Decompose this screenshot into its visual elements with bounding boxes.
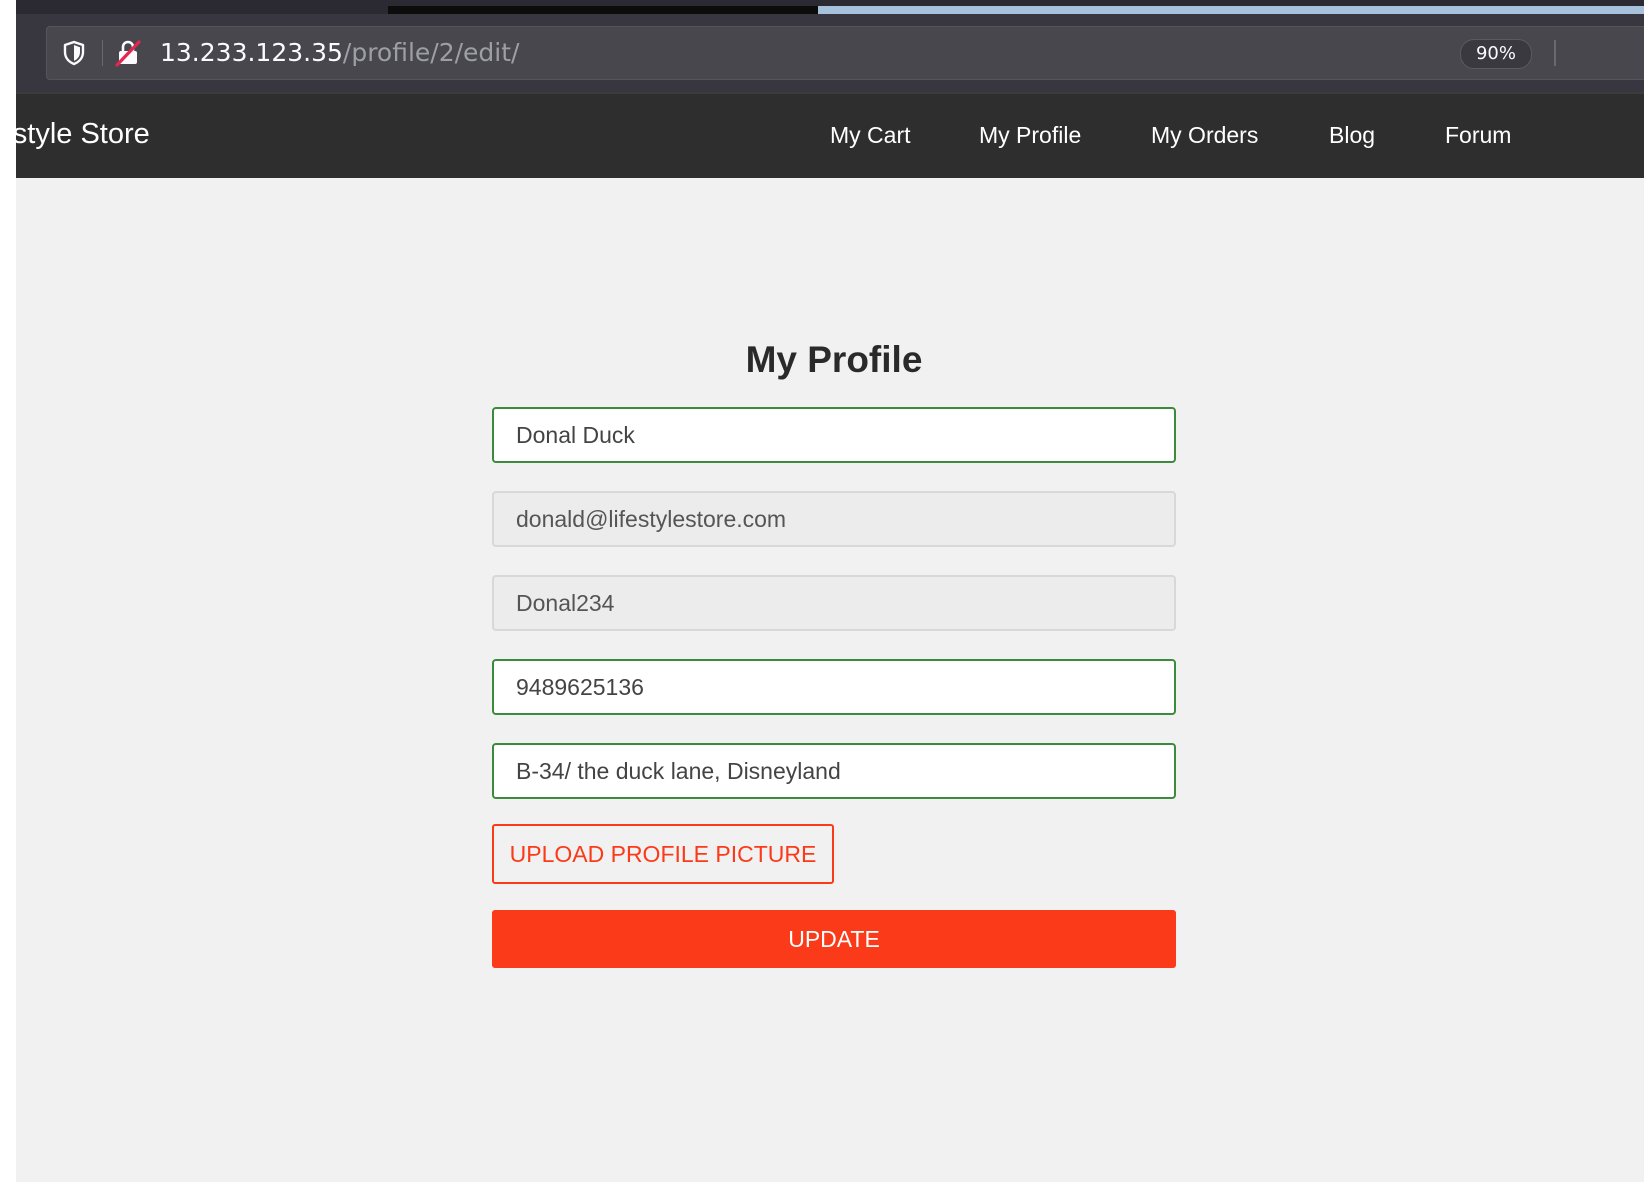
nav-link-blog[interactable]: Blog bbox=[1329, 118, 1375, 152]
navbar-top-line bbox=[16, 92, 1644, 94]
nav-link-my-cart[interactable]: My Cart bbox=[830, 118, 911, 152]
zoom-level-badge[interactable]: 90% bbox=[1460, 39, 1532, 69]
left-margin-strip bbox=[0, 0, 16, 1182]
browser-toolbar: 13.233.123.35/profile/2/edit/ 90% bbox=[16, 14, 1644, 92]
tab-strip bbox=[16, 0, 1644, 14]
nav-link-my-orders[interactable]: My Orders bbox=[1151, 118, 1258, 152]
nav-link-forum[interactable]: Forum bbox=[1445, 118, 1511, 152]
tab-inactive[interactable] bbox=[388, 6, 818, 14]
username-input[interactable] bbox=[492, 575, 1176, 631]
update-button[interactable]: UPDATE bbox=[492, 910, 1176, 968]
url-text[interactable]: 13.233.123.35/profile/2/edit/ bbox=[160, 38, 519, 68]
address-input[interactable] bbox=[492, 743, 1176, 799]
address-bar-separator bbox=[102, 40, 103, 66]
url-path: /profile/2/edit/ bbox=[342, 38, 520, 67]
toolbar-separator bbox=[1554, 40, 1556, 66]
upload-profile-picture-button[interactable]: UPLOAD PROFILE PICTURE bbox=[492, 824, 834, 884]
name-input[interactable] bbox=[492, 407, 1176, 463]
insecure-lock-icon[interactable] bbox=[114, 39, 142, 67]
site-navbar: Lifestyle Store My Cart My Profile My Or… bbox=[16, 92, 1644, 178]
address-bar[interactable]: 13.233.123.35/profile/2/edit/ 90% bbox=[46, 26, 1644, 80]
tab-active[interactable] bbox=[818, 6, 1644, 14]
url-host: 13.233.123.35 bbox=[160, 38, 343, 67]
nav-link-my-profile[interactable]: My Profile bbox=[979, 118, 1081, 152]
page-title: My Profile bbox=[745, 339, 923, 380]
shield-icon[interactable] bbox=[62, 40, 86, 66]
email-input[interactable] bbox=[492, 491, 1176, 547]
nav-links: My Cart My Profile My Orders Blog Forum bbox=[16, 118, 1644, 152]
phone-input[interactable] bbox=[492, 659, 1176, 715]
browser-window: 13.233.123.35/profile/2/edit/ 90% Lifest… bbox=[16, 0, 1644, 1182]
